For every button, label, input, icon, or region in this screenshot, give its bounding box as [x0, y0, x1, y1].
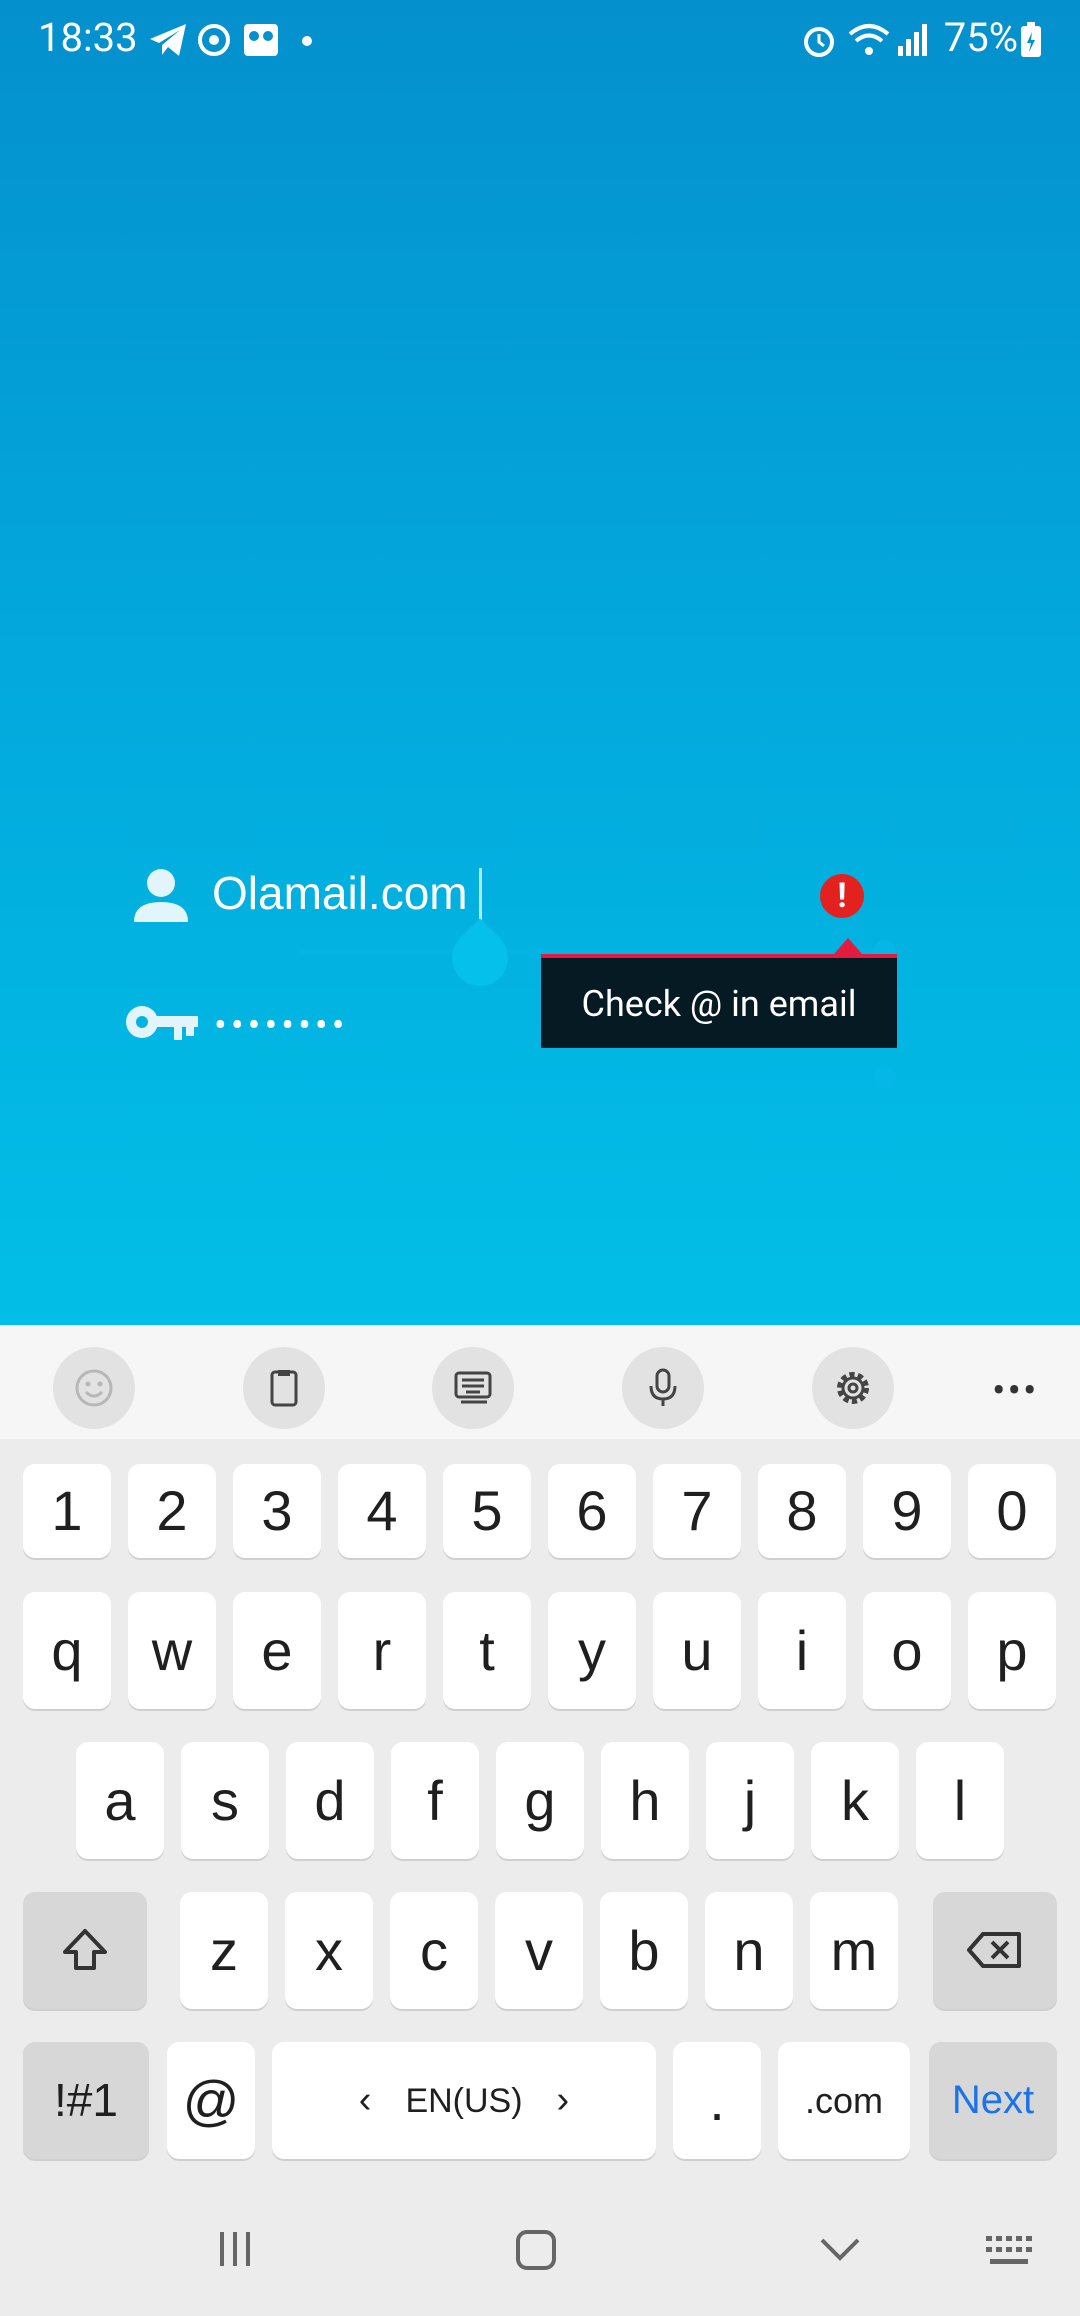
lang-prev-icon: ‹ [358, 2079, 372, 2121]
keyboard-switch-icon[interactable] [984, 2234, 1034, 2268]
key-a[interactable]: a [76, 1742, 164, 1859]
keyboard-mode-button[interactable] [432, 1347, 514, 1429]
key-d[interactable]: d [286, 1742, 374, 1859]
voicemail-icon [244, 24, 278, 56]
lang-next-icon: › [556, 2079, 570, 2121]
language-label: EN(US) [405, 2082, 523, 2120]
key-1[interactable]: 1 [23, 1464, 111, 1558]
microphone-icon [649, 1368, 677, 1406]
recent-apps-icon[interactable] [214, 2228, 256, 2270]
error-icon: ! [820, 874, 864, 918]
password-underline-end [874, 1067, 896, 1089]
key-n[interactable]: n [705, 1892, 793, 2009]
notification-dot-icon [302, 36, 312, 46]
microphone-button[interactable] [622, 1347, 704, 1429]
key-z[interactable]: z [180, 1892, 268, 2009]
settings-button[interactable] [812, 1347, 894, 1429]
telegram-icon [150, 24, 186, 56]
status-time: 18:33 [38, 14, 138, 61]
login-screen: 18:33 75% Olamail.com ! Check @ in email… [0, 0, 1080, 1325]
symbols-key[interactable]: !#1 [23, 2042, 149, 2159]
key-u[interactable]: u [653, 1592, 741, 1709]
error-tooltip: Check @ in email [541, 954, 897, 1048]
key-o[interactable]: o [863, 1592, 951, 1709]
key-8[interactable]: 8 [758, 1464, 846, 1558]
key-5[interactable]: 5 [443, 1464, 531, 1558]
emoji-button[interactable] [53, 1347, 135, 1429]
clipboard-button[interactable] [243, 1347, 325, 1429]
signal-icon [898, 24, 927, 56]
key-g[interactable]: g [496, 1742, 584, 1859]
key-l[interactable]: l [916, 1742, 1004, 1859]
sync-icon [198, 24, 230, 56]
key-r[interactable]: r [338, 1592, 426, 1709]
key-f[interactable]: f [391, 1742, 479, 1859]
key-x[interactable]: x [285, 1892, 373, 2009]
key-9[interactable]: 9 [863, 1464, 951, 1558]
password-underline [300, 1076, 884, 1080]
key-q[interactable]: q [23, 1592, 111, 1709]
key-m[interactable]: m [810, 1892, 898, 2009]
battery-percent: 75% [943, 14, 1018, 61]
key-w[interactable]: w [128, 1592, 216, 1709]
key-c[interactable]: c [390, 1892, 478, 2009]
battery-icon [1021, 22, 1041, 57]
key-0[interactable]: 0 [968, 1464, 1056, 1558]
key-h[interactable]: h [601, 1742, 689, 1859]
key-k[interactable]: k [811, 1742, 899, 1859]
wifi-icon [848, 24, 890, 55]
key-e[interactable]: e [233, 1592, 321, 1709]
email-field[interactable]: Olamail.com [212, 866, 468, 920]
key-y[interactable]: y [548, 1592, 636, 1709]
key-j[interactable]: j [706, 1742, 794, 1859]
key-b[interactable]: b [600, 1892, 688, 2009]
key-icon [126, 1006, 198, 1040]
period-key[interactable]: . [673, 2042, 761, 2159]
key-7[interactable]: 7 [653, 1464, 741, 1558]
com-key[interactable]: .com [778, 2042, 910, 2159]
home-icon[interactable] [514, 2228, 558, 2272]
user-icon [134, 869, 188, 922]
key-t[interactable]: t [443, 1592, 531, 1709]
more-icon[interactable]: ••• [992, 1367, 1039, 1414]
cursor-handle[interactable] [440, 918, 520, 998]
key-6[interactable]: 6 [548, 1464, 636, 1558]
spacebar-language-key[interactable]: ‹ EN(US) › [272, 2042, 656, 2159]
emoji-icon [75, 1369, 113, 1407]
status-bar: 18:33 75% [0, 0, 1080, 80]
next-key[interactable]: Next [929, 2042, 1057, 2159]
hide-keyboard-icon[interactable] [818, 2234, 862, 2264]
shift-key[interactable] [23, 1892, 147, 2009]
backspace-key[interactable] [933, 1892, 1057, 2009]
key-3[interactable]: 3 [233, 1464, 321, 1558]
key-v[interactable]: v [495, 1892, 583, 2009]
gear-icon [837, 1372, 869, 1404]
navigation-bar [0, 2196, 1080, 2316]
keyboard: ••• 1234567890 qwertyuiop asdfghjkl zxcvbnm… [0, 1325, 1080, 2316]
tooltip-arrow [834, 938, 862, 954]
keyboard-mode-icon [454, 1371, 492, 1404]
backspace-icon [967, 1932, 1021, 1968]
keyboard-toolbar: ••• [0, 1325, 1080, 1439]
key-p[interactable]: p [968, 1592, 1056, 1709]
clipboard-icon [270, 1370, 298, 1407]
alarm-icon [804, 27, 834, 57]
shift-icon [63, 1929, 107, 1970]
key-2[interactable]: 2 [128, 1464, 216, 1558]
key-i[interactable]: i [758, 1592, 846, 1709]
key-s[interactable]: s [181, 1742, 269, 1859]
password-field[interactable]: •••••••• [214, 1004, 349, 1048]
key-4[interactable]: 4 [338, 1464, 426, 1558]
at-key[interactable]: @ [167, 2042, 255, 2159]
